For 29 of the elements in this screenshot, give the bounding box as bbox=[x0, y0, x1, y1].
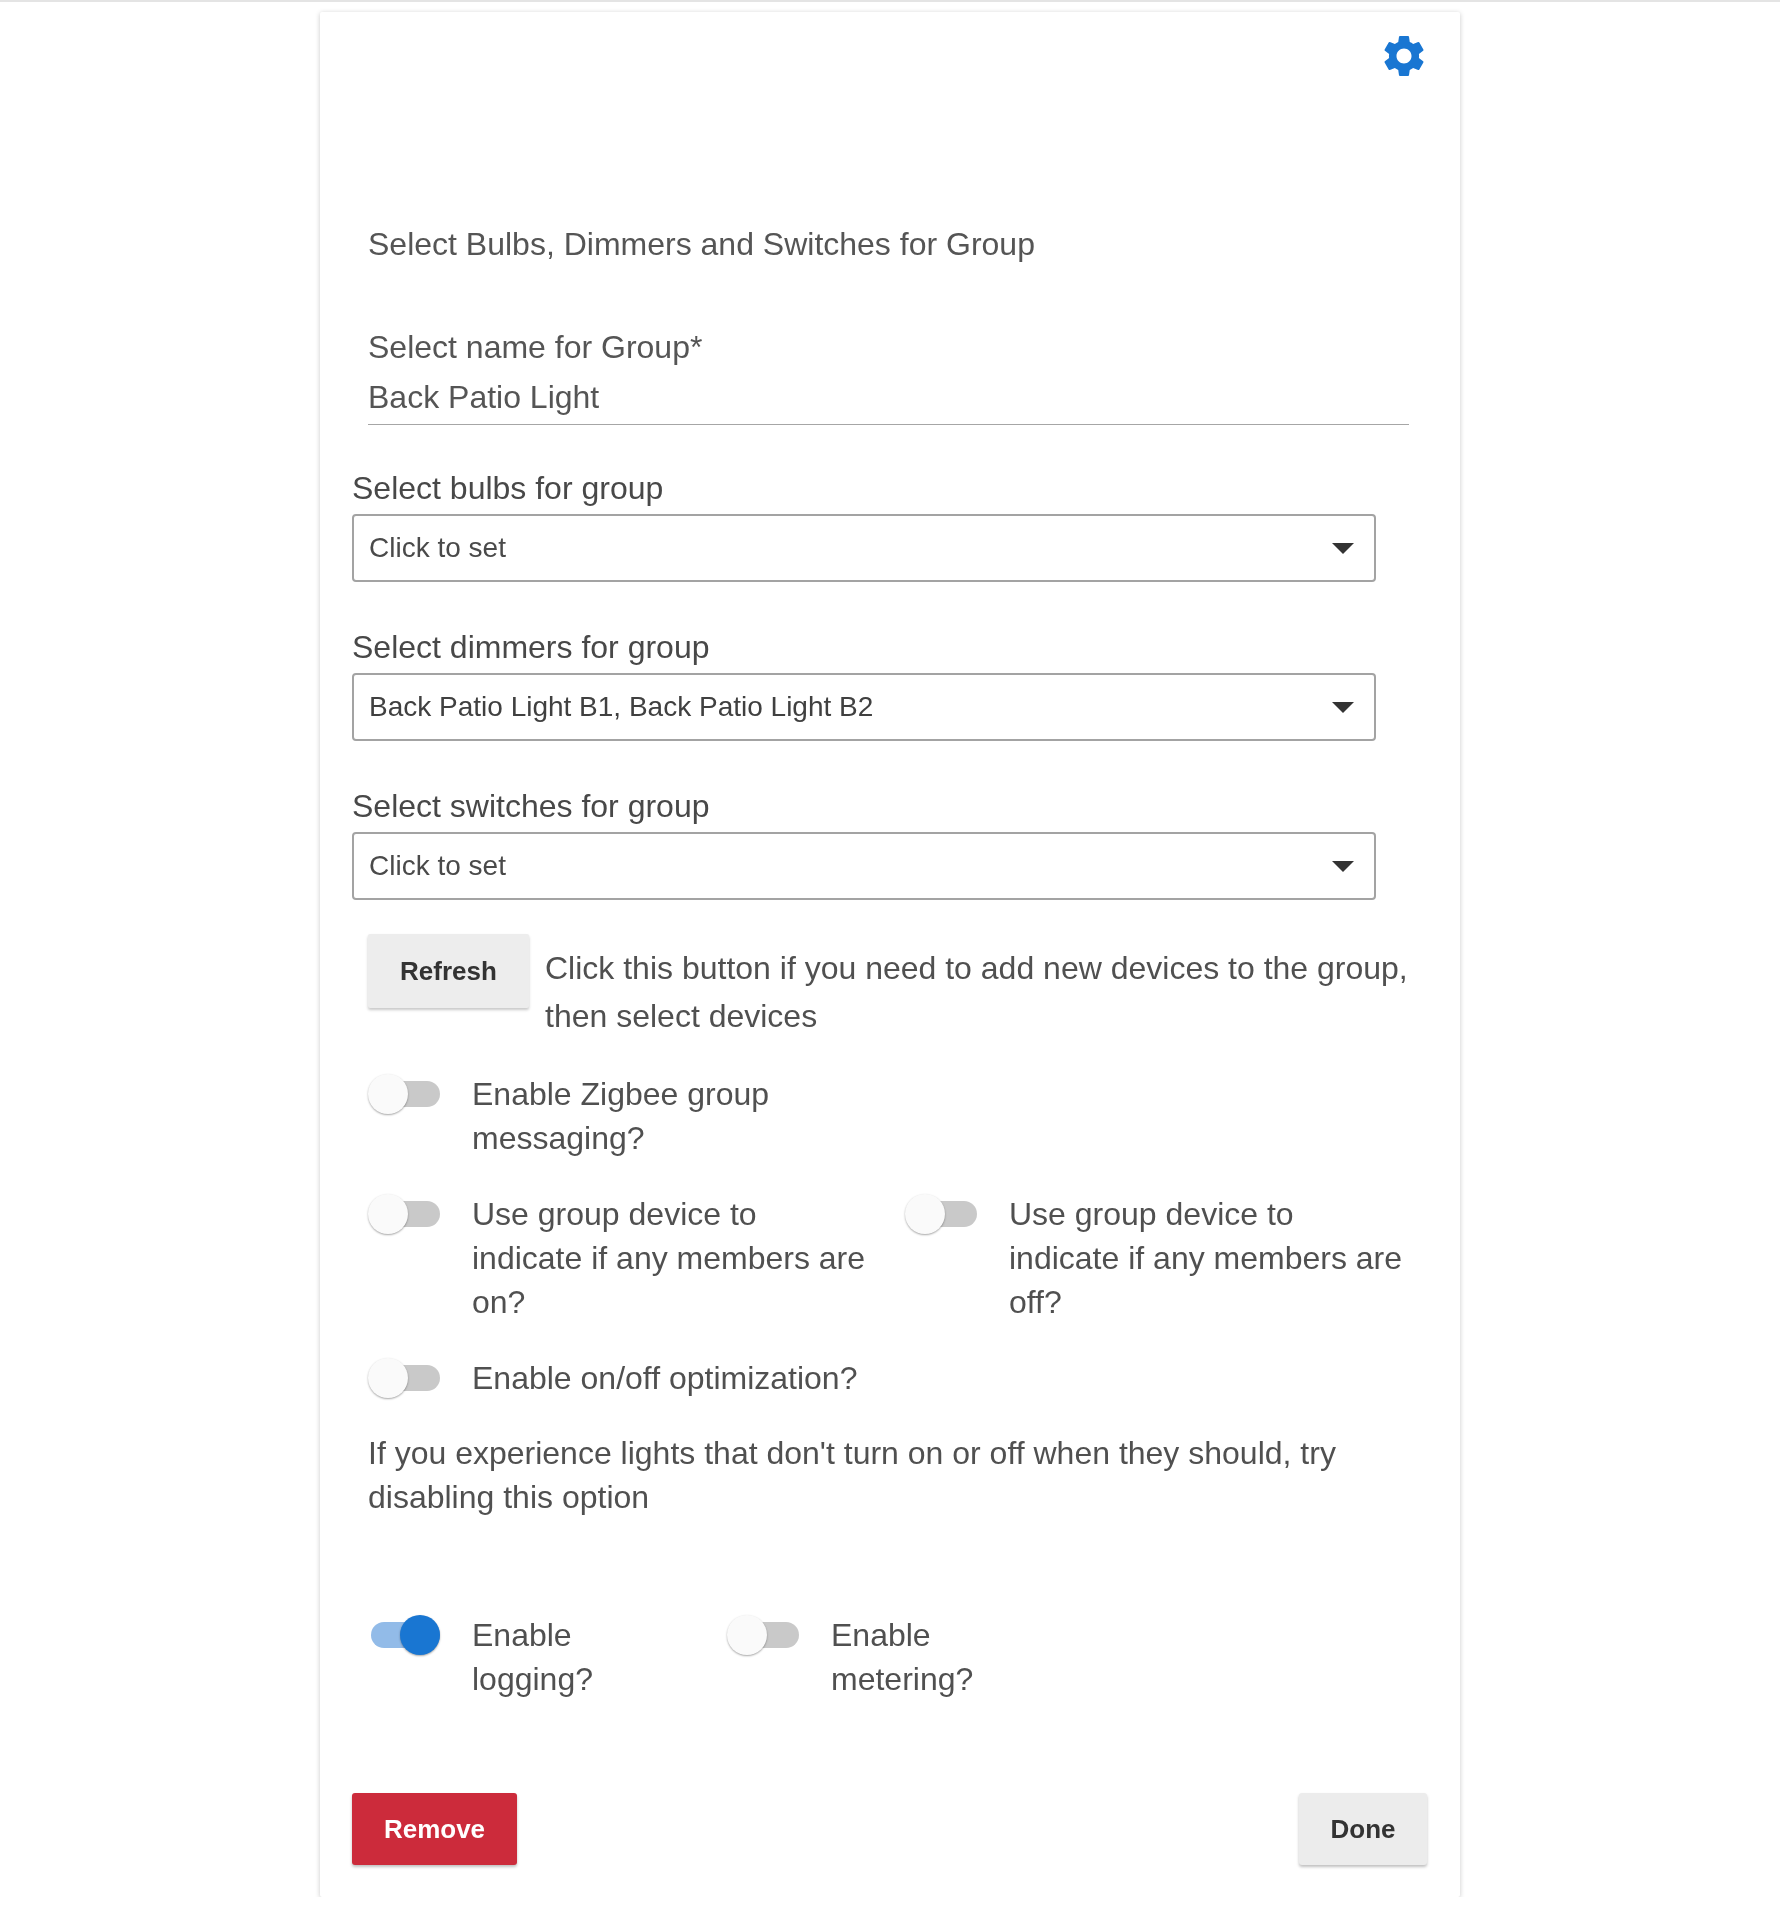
toggle-label: Enable metering? bbox=[831, 1616, 975, 1699]
field-label: Select switches for group bbox=[352, 787, 711, 826]
select-field[interactable]: Click to set bbox=[352, 514, 1376, 582]
field-label: Select name for Group* bbox=[368, 328, 704, 367]
toggle-label: Use group device to indicate if any members are off? bbox=[1009, 1195, 1404, 1322]
toggle-label: Enable Zigbee group messaging? bbox=[472, 1075, 771, 1158]
toggle-switch[interactable] bbox=[727, 1615, 799, 1655]
section-title: Select Bulbs, Dimmers and Switches for Group bbox=[368, 225, 1036, 264]
select-field[interactable]: Click to set bbox=[352, 832, 1376, 900]
select-field[interactable]: Back Patio Light B1, Back Patio Light B2 bbox=[352, 673, 1376, 741]
toggle-label: Use group device to indicate if any members are on? bbox=[472, 1195, 867, 1322]
name-field[interactable]: Back Patio Light bbox=[368, 371, 1409, 425]
caret-icon bbox=[1332, 860, 1354, 872]
note-text: If you experience lights that don't turn on or off when they should, try disabling this option bbox=[368, 1434, 1337, 1517]
refresh-button[interactable]: Refresh bbox=[368, 934, 529, 1008]
toggle-switch[interactable] bbox=[905, 1194, 977, 1234]
caret-icon bbox=[1332, 542, 1354, 554]
toggle-switch[interactable] bbox=[368, 1194, 440, 1234]
toggle-switch[interactable] bbox=[368, 1074, 440, 1114]
toggle-label: Enable logging? bbox=[472, 1616, 594, 1699]
toggle-switch[interactable] bbox=[368, 1358, 440, 1398]
settings-icon[interactable] bbox=[1383, 35, 1425, 77]
field-label: Select dimmers for group bbox=[352, 628, 711, 667]
toggle-label: Enable on/off optimization? bbox=[472, 1359, 858, 1398]
field-label: Select bulbs for group bbox=[352, 469, 665, 508]
caret-icon bbox=[1332, 701, 1354, 713]
done-button[interactable]: Done bbox=[1299, 1793, 1427, 1865]
hint-text: Click this button if you need to add new devices to the group, then select devices bbox=[545, 949, 1409, 1036]
remove-button[interactable]: Remove bbox=[352, 1793, 517, 1865]
